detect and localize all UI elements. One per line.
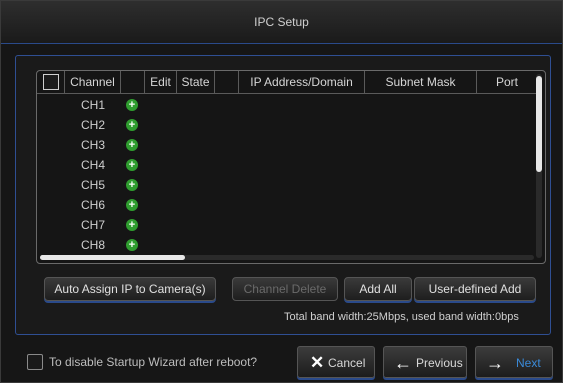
channel-delete-button[interactable]: Channel Delete: [232, 277, 338, 301]
vertical-scrollbar[interactable]: [536, 74, 542, 258]
col-ip-address: IP Address/Domain: [239, 71, 365, 93]
table-row: CH1 +: [37, 95, 537, 115]
channel-label: CH2: [80, 118, 105, 132]
window-title: IPC Setup: [1, 1, 562, 44]
vertical-scroll-thumb[interactable]: [536, 76, 542, 172]
x-icon: ✕: [310, 353, 325, 372]
channel-table: Channel Edit State IP Address/Domain Sub…: [36, 70, 546, 264]
disable-wizard-checkbox[interactable]: [27, 354, 43, 370]
next-label: Next: [516, 356, 541, 370]
add-all-button[interactable]: Add All: [344, 277, 412, 301]
plus-circle-icon[interactable]: +: [126, 179, 138, 191]
table-row: CH5 +: [37, 175, 537, 195]
plus-circle-icon[interactable]: +: [126, 99, 138, 111]
table-row: CH2 +: [37, 115, 537, 135]
ipc-panel: Channel Edit State IP Address/Domain Sub…: [15, 55, 551, 335]
table-row: CH3 +: [37, 135, 537, 155]
channel-label: CH3: [80, 138, 105, 152]
cancel-button[interactable]: ✕ Cancel: [297, 346, 375, 378]
arrow-left-icon: ←: [394, 353, 412, 373]
col-channel: Channel: [65, 71, 121, 93]
col-port: Port: [495, 75, 518, 89]
col-subnet-mask: Subnet Mask: [365, 71, 477, 93]
bandwidth-status: Total band width:25Mbps, used band width…: [284, 311, 519, 323]
table-row: CH6 +: [37, 195, 537, 215]
user-defined-add-button[interactable]: User-defined Add: [414, 277, 536, 301]
channel-label: CH7: [80, 218, 105, 232]
col-add: [121, 71, 145, 93]
channel-label: CH6: [80, 198, 105, 212]
disable-wizard-label: To disable Startup Wizard after reboot?: [49, 355, 258, 369]
col-state: State: [177, 71, 215, 93]
channel-label: CH1: [80, 98, 105, 112]
plus-circle-icon[interactable]: +: [126, 119, 138, 131]
channel-label: CH5: [80, 178, 105, 192]
ipc-setup-window: IPC Setup Channel Edit State IP Address/…: [0, 0, 563, 383]
table-row: CH7 +: [37, 215, 537, 235]
select-all-checkbox[interactable]: [42, 73, 59, 90]
plus-circle-icon[interactable]: +: [126, 219, 138, 231]
previous-button[interactable]: ← Previous: [383, 346, 467, 378]
table-row: CH4 +: [37, 155, 537, 175]
channel-label: CH4: [80, 158, 105, 172]
plus-circle-icon[interactable]: +: [126, 139, 138, 151]
select-all-cell[interactable]: [37, 71, 65, 93]
horizontal-scroll-thumb[interactable]: [40, 255, 185, 260]
table-header: Channel Edit State IP Address/Domain Sub…: [37, 71, 537, 94]
next-button[interactable]: → Next: [475, 346, 553, 378]
horizontal-scrollbar[interactable]: [40, 255, 534, 260]
plus-circle-icon[interactable]: +: [126, 199, 138, 211]
plus-circle-icon[interactable]: +: [126, 159, 138, 171]
table-row: CH8 +: [37, 235, 537, 255]
col-edit: Edit: [145, 71, 177, 93]
previous-label: Previous: [416, 356, 463, 370]
plus-circle-icon[interactable]: +: [126, 239, 138, 251]
cancel-label: Cancel: [328, 356, 366, 370]
channel-label: CH8: [80, 238, 105, 252]
auto-assign-ip-button[interactable]: Auto Assign IP to Camera(s): [44, 277, 216, 301]
col-blank: [215, 71, 239, 93]
arrow-right-icon: →: [486, 353, 504, 373]
